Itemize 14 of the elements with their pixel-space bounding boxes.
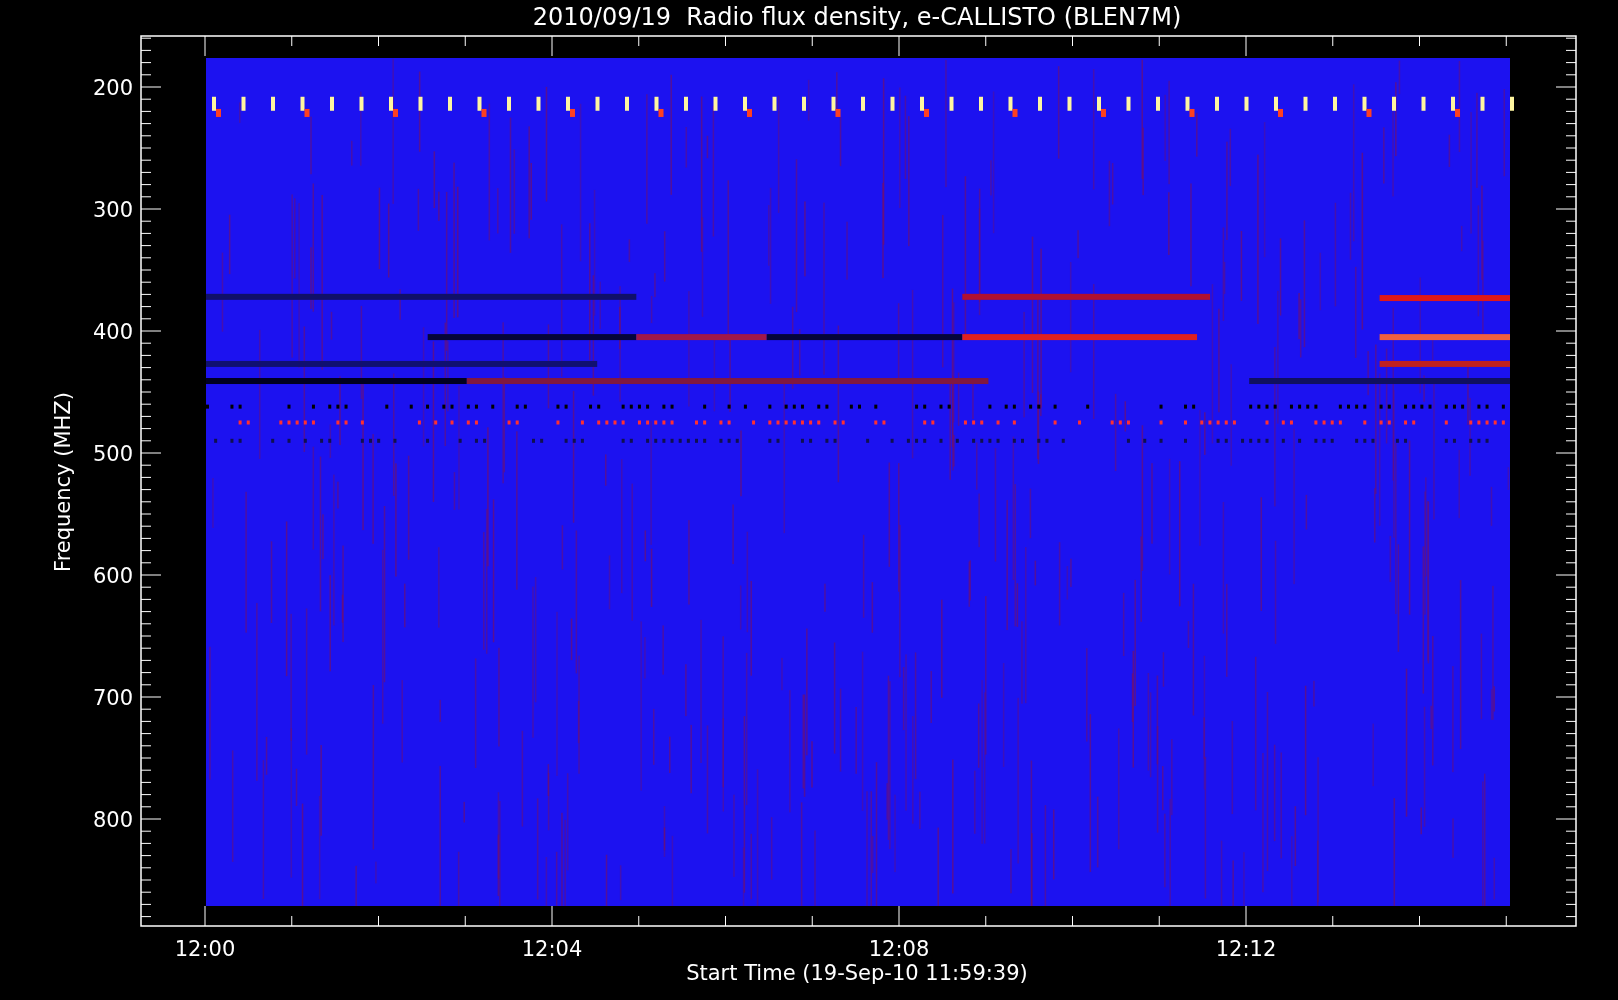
y-tick-label: 800 [92,808,133,832]
y-tick-label: 600 [92,564,133,588]
y-tick-label: 200 [92,76,133,100]
x-tick-label: 12:00 [174,937,236,961]
y-tick-label: 400 [92,320,133,344]
y-axis-label: Frequency (MHZ) [51,392,75,572]
x-tick-label: 12:08 [868,937,930,961]
plot-title: 2010/09/19 Radio flux density, e-CALLISTO (BLEN7M) [532,3,1182,31]
x-axis-label: Start Time (19-Sep-10 11:59:39) [686,961,1028,985]
x-tick-label: 12:04 [521,937,583,961]
x-tick-label: 12:12 [1215,937,1277,961]
y-tick-label: 300 [92,198,133,222]
y-tick-label: 700 [92,686,133,710]
y-tick-label: 500 [92,442,133,466]
